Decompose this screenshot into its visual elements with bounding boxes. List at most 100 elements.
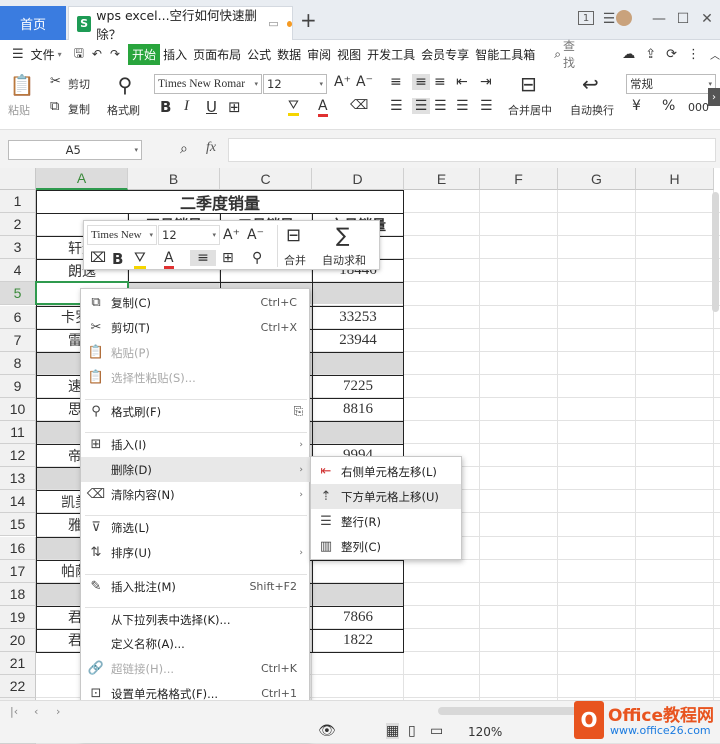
align-center-icon[interactable]: ☰ — [412, 98, 430, 114]
row-header-5[interactable]: 5 — [0, 282, 36, 306]
normal-view-icon[interactable]: ▦ — [386, 723, 400, 739]
merge-icon[interactable]: ⊟ — [520, 72, 537, 96]
row-header-16[interactable]: 16 — [0, 536, 36, 560]
context-menu-item-7[interactable]: 删除(D) › — [81, 457, 311, 482]
row-header-1[interactable]: 1 — [0, 190, 36, 214]
align-right-icon[interactable]: ☰ — [434, 98, 447, 114]
align-left-icon[interactable]: ☰ — [390, 98, 403, 114]
page-count-icon[interactable]: 1 — [578, 11, 594, 25]
zoom-level[interactable]: 120% — [468, 725, 502, 739]
cell-d6[interactable]: 33253 — [313, 306, 403, 329]
merge-center-button[interactable]: 合并居中 — [508, 102, 552, 118]
cell-d19[interactable]: 7866 — [313, 606, 403, 629]
context-menu-item-12[interactable]: 从下拉列表中选择(K)... — [81, 607, 311, 632]
row-header-12[interactable]: 12 — [0, 444, 36, 468]
mini-font-shrink-icon[interactable]: A⁻ — [247, 227, 264, 243]
eye-icon[interactable]: 👁 — [318, 723, 336, 739]
indent-inc-icon[interactable]: ⇥ — [480, 74, 492, 90]
menu-page-layout[interactable]: 页面布局 — [190, 46, 244, 63]
row-header-6[interactable]: 6 — [0, 305, 36, 329]
context-menu-item-1[interactable]: ⧉ 复制(C) Ctrl+C — [81, 290, 311, 315]
hamburger-icon[interactable]: ☰ — [12, 47, 24, 62]
justify-icon[interactable]: ☰ — [456, 98, 469, 114]
fill-color-icon[interactable]: ⛛ — [288, 98, 299, 116]
mini-clear-icon[interactable]: ⌧ — [90, 250, 106, 266]
delete-submenu-item-3[interactable]: ☰ 整行(R) — [311, 509, 461, 534]
prev-sheet-icon[interactable]: ‹ — [34, 705, 38, 718]
row-header-2[interactable]: 2 — [0, 213, 36, 237]
row-header-22[interactable]: 22 — [0, 675, 36, 699]
context-menu-item-9[interactable]: ⊽ 筛选(L) — [81, 515, 311, 540]
next-sheet-icon[interactable]: › — [56, 705, 60, 718]
new-tab-button[interactable]: + — [300, 8, 317, 32]
delete-submenu-item-4[interactable]: ▥ 整列(C) — [311, 534, 461, 559]
row-header-7[interactable]: 7 — [0, 328, 36, 352]
document-tab[interactable]: S wps excel...空行如何快速删除？ ▭ — [68, 6, 293, 42]
row-header-8[interactable]: 8 — [0, 351, 36, 375]
mini-autosum-button[interactable]: 自动求和 — [322, 252, 366, 268]
menu-member[interactable]: 会员专享 — [418, 46, 472, 63]
chevron-down-icon[interactable]: ▾ — [58, 50, 62, 59]
row-header-10[interactable]: 10 — [0, 397, 36, 421]
font-name-select[interactable]: Times New Romar ▾ — [154, 74, 262, 94]
search-icon[interactable]: ⌕ — [554, 47, 561, 62]
wrap-text-icon[interactable]: ↩ — [582, 72, 599, 96]
menu-start[interactable]: 开始 — [128, 43, 161, 65]
column-header-g[interactable]: G — [558, 168, 636, 190]
delete-submenu-item-1[interactable]: ⇤ 右侧单元格左移(L) — [311, 459, 461, 484]
format-painter-button[interactable]: 格式刷 — [107, 102, 140, 118]
mini-align-icon[interactable]: ≡ — [190, 250, 216, 266]
row-header-4[interactable]: 4 — [0, 259, 36, 283]
fx-label[interactable]: fx — [206, 140, 216, 156]
mini-font-color-icon[interactable]: A — [164, 250, 174, 269]
column-header-a[interactable]: A — [36, 168, 128, 190]
row-header-21[interactable]: 21 — [0, 652, 36, 676]
redo-icon[interactable]: ↷ — [110, 47, 120, 61]
currency-icon[interactable]: ¥ — [632, 98, 641, 114]
mini-font-name-select[interactable]: Times New ▾ — [87, 225, 157, 245]
more-icon[interactable]: ⋮ — [687, 47, 700, 62]
search-label[interactable]: 查找 — [563, 37, 586, 71]
row-header-14[interactable]: 14 — [0, 490, 36, 514]
menu-formula[interactable]: 公式 — [244, 46, 274, 63]
cell-d7[interactable]: 23944 — [313, 329, 403, 352]
percent-button[interactable]: % — [662, 98, 675, 114]
page-view-icon[interactable]: ▯ — [408, 723, 416, 739]
avatar[interactable] — [614, 8, 634, 28]
cell-d10[interactable]: 8816 — [313, 398, 403, 421]
indent-dec-icon[interactable]: ⇤ — [456, 74, 468, 90]
cell-d9[interactable]: 7225 — [313, 375, 403, 398]
row-header-15[interactable]: 15 — [0, 513, 36, 537]
align-top-icon[interactable]: ≡ — [390, 74, 402, 90]
mini-bold-icon[interactable]: B — [112, 250, 123, 268]
cell-d20[interactable]: 1822 — [313, 629, 403, 652]
context-menu-item-11[interactable]: ✎ 插入批注(M) Shift+F2 — [81, 574, 311, 599]
font-size-select[interactable]: 12 ▾ — [263, 74, 327, 94]
context-menu-item-13[interactable]: 定义名称(A)... — [81, 631, 311, 656]
zoom-formula-icon[interactable]: ⌕ — [180, 141, 188, 157]
column-header-e[interactable]: E — [404, 168, 480, 190]
row-header-11[interactable]: 11 — [0, 421, 36, 445]
font-grow-icon[interactable]: A⁺ — [334, 74, 351, 90]
context-menu-item-2[interactable]: ✂ 剪切(T) Ctrl+X — [81, 315, 311, 340]
cloud-icon[interactable]: ☁ — [622, 47, 635, 62]
close-icon[interactable]: ✕ — [698, 10, 716, 28]
monitor-icon[interactable]: ▭ — [268, 17, 278, 30]
paint-format-icon[interactable]: ⎘ — [294, 404, 303, 419]
column-header-c[interactable]: C — [220, 168, 312, 190]
mini-format-brush-icon[interactable]: ⚲ — [252, 250, 262, 266]
menu-insert[interactable]: 插入 — [160, 46, 190, 63]
menu-developer[interactable]: 开发工具 — [364, 46, 418, 63]
context-menu-item-8[interactable]: ⌫ 清除内容(N) › — [81, 482, 311, 507]
menu-view[interactable]: 视图 — [334, 46, 364, 63]
autosum-icon[interactable]: ∑ — [336, 223, 349, 247]
ribbon-scroll-right-icon[interactable]: › — [708, 88, 720, 106]
border-icon[interactable]: ⊞ — [228, 98, 241, 116]
row-header-17[interactable]: 17 — [0, 559, 36, 583]
wrap-text-button[interactable]: 自动换行 — [570, 102, 614, 118]
select-all-corner[interactable] — [0, 168, 36, 190]
file-menu[interactable]: 文件 — [28, 46, 58, 63]
vertical-scrollbar[interactable] — [712, 192, 719, 312]
maximize-icon[interactable]: ☐ — [674, 10, 692, 28]
thousands-button[interactable]: 000 — [688, 101, 709, 114]
